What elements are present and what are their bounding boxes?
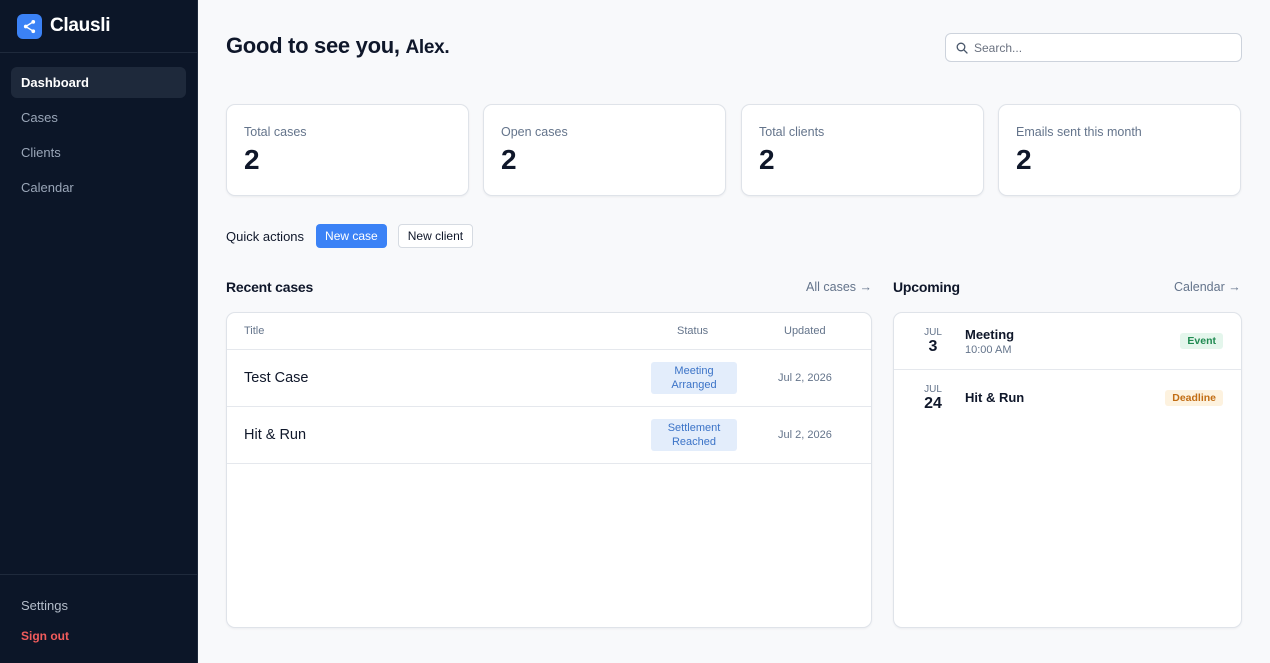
status-line: Settlement: [667, 422, 721, 434]
stat-card-emails-sent: Emails sent this month 2: [998, 104, 1241, 196]
calendar-link[interactable]: Calendar →: [1174, 280, 1241, 294]
table-row[interactable]: Test Case Meeting Arranged Jul 2, 2026: [227, 350, 871, 407]
event-time: 10:00 AM: [965, 344, 1012, 356]
stat-card-open-cases: Open cases 2: [483, 104, 726, 196]
stat-label: Emails sent this month: [1016, 125, 1142, 139]
recent-cases-title: Recent cases: [226, 279, 314, 295]
stat-label: Total cases: [244, 125, 307, 139]
sidebar-item-cases[interactable]: Cases: [11, 102, 186, 133]
status-line: Meeting: [674, 365, 714, 377]
status-line: Arranged: [671, 379, 717, 391]
event-month: JUL: [924, 384, 942, 395]
stat-value: 2: [501, 144, 517, 175]
case-updated-date: Jul 2, 2026: [778, 429, 832, 441]
event-month: JUL: [924, 327, 942, 338]
case-title: Test Case: [244, 370, 309, 386]
stat-value: 2: [1016, 144, 1032, 175]
column-status: Status: [677, 325, 709, 337]
recent-cases-table: Title Status Updated Test Case Meeting A…: [226, 312, 872, 628]
status-badge: Meeting Arranged: [651, 362, 737, 394]
stat-value: 2: [244, 144, 260, 175]
new-client-button[interactable]: New client: [397, 224, 474, 248]
column-updated: Updated: [784, 325, 826, 337]
upcoming-list: JUL 3 Meeting 10:00 AM Event JUL 24 Hit …: [893, 312, 1242, 628]
quick-actions-label: Quick actions: [226, 228, 305, 244]
status-badge: Settlement Reached: [651, 419, 737, 451]
stat-card-total-clients: Total clients 2: [741, 104, 984, 196]
event-day: 3: [928, 338, 938, 355]
status-line: Reached: [671, 436, 717, 448]
table-header: Title Status Updated: [227, 313, 871, 350]
deadline-badge: Deadline: [1165, 390, 1223, 406]
new-case-button[interactable]: New case: [316, 224, 387, 248]
column-title: Title: [244, 325, 265, 337]
app-name: Clausli: [50, 15, 111, 36]
sidebar-item-calendar[interactable]: Calendar: [11, 172, 186, 203]
event-day: 24: [924, 395, 942, 412]
sidebar-item-clients[interactable]: Clients: [11, 137, 186, 168]
greeting-text: Good to see you,: [226, 33, 400, 58]
list-item[interactable]: JUL 24 Hit & Run Deadline: [894, 370, 1241, 427]
search-input[interactable]: [974, 40, 1224, 55]
table-row[interactable]: Hit & Run Settlement Reached Jul 2, 2026: [227, 407, 871, 464]
event-title: Hit & Run: [965, 390, 1025, 405]
case-updated-date: Jul 2, 2026: [778, 372, 832, 384]
share-logo-icon: [17, 13, 42, 39]
sidebar-item-dashboard[interactable]: Dashboard: [11, 67, 186, 98]
stat-label: Open cases: [501, 125, 568, 139]
upcoming-title: Upcoming: [893, 279, 960, 295]
quick-actions: Quick actions New case New client: [226, 224, 474, 248]
settings-link[interactable]: Settings: [21, 589, 197, 621]
stat-value: 2: [759, 144, 775, 175]
case-title: Hit & Run: [244, 427, 307, 443]
user-name: Alex.: [405, 37, 450, 58]
sign-out-link[interactable]: Sign out: [21, 621, 197, 651]
brand[interactable]: Clausli: [0, 0, 197, 53]
event-type-badge: Event: [1180, 333, 1223, 349]
sidebar: Clausli Dashboard Cases Clients Calendar…: [0, 0, 198, 663]
search-icon: [956, 42, 968, 54]
stat-label: Total clients: [759, 125, 825, 139]
event-title: Meeting: [965, 327, 1015, 342]
search-box[interactable]: [945, 33, 1242, 62]
list-item[interactable]: JUL 3 Meeting 10:00 AM Event: [894, 313, 1241, 370]
sidebar-nav: Dashboard Cases Clients Calendar: [0, 53, 197, 203]
page-title: Good to see you, Alex.: [226, 33, 450, 59]
sidebar-footer: Settings Sign out: [0, 574, 197, 663]
all-cases-link[interactable]: All cases →: [806, 280, 872, 294]
stat-card-total-cases: Total cases 2: [226, 104, 469, 196]
